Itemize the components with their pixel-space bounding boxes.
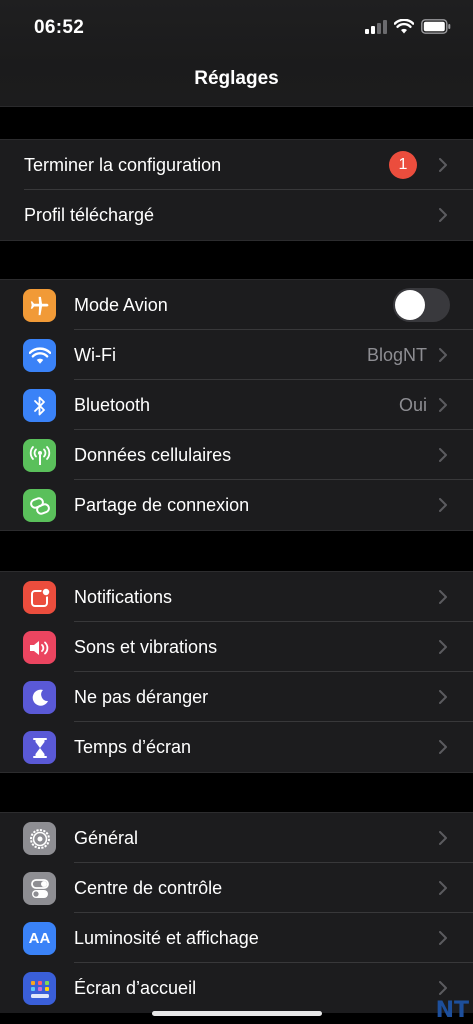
battery-icon — [421, 19, 451, 34]
chevron-right-icon — [439, 498, 447, 512]
chevron-right-icon — [439, 831, 447, 845]
row-label: Centre de contrôle — [74, 877, 223, 898]
connectivity-group: Mode Avion Wi-Fi BlogNT Bluetooth Oui Do… — [0, 279, 473, 531]
chevron-right-icon — [439, 931, 447, 945]
watermark-logo: NT — [435, 998, 469, 1023]
navigation-header: 06:52 Réglages — [0, 0, 473, 107]
cellular-signal-icon — [365, 19, 387, 34]
row-label: Luminosité et affichage — [74, 927, 259, 948]
hotspot-icon — [23, 489, 56, 522]
general-row[interactable]: Général — [0, 813, 473, 863]
speaker-icon — [23, 631, 56, 664]
row-label: Notifications — [74, 586, 173, 607]
row-label: Bluetooth — [74, 394, 151, 415]
row-label: Profil téléchargé — [24, 204, 155, 225]
row-label: Écran d’accueil — [74, 977, 197, 998]
chevron-right-icon — [439, 690, 447, 704]
toggles-icon — [23, 872, 56, 905]
moon-icon — [23, 681, 56, 714]
general-group: Général Centre de contrôle AA Luminosité… — [0, 812, 473, 1013]
airplane-mode-toggle[interactable] — [393, 288, 450, 322]
control-center-row[interactable]: Centre de contrôle — [0, 863, 473, 913]
home-grid-icon — [23, 972, 56, 1005]
row-label: Terminer la configuration — [24, 154, 222, 175]
finish-setup-row[interactable]: Terminer la configuration 1 — [0, 140, 473, 190]
row-label: Ne pas déranger — [74, 686, 209, 707]
personal-hotspot-row[interactable]: Partage de connexion — [0, 480, 473, 530]
bluetooth-status-value: Oui — [398, 394, 427, 415]
notification-badge: 1 — [389, 151, 417, 179]
sounds-row[interactable]: Sons et vibrations — [0, 622, 473, 672]
screen-time-row[interactable]: Temps d’écran — [0, 722, 473, 772]
status-time: 06:52 — [34, 17, 85, 38]
chevron-right-icon — [439, 590, 447, 604]
display-brightness-row[interactable]: AA Luminosité et affichage — [0, 913, 473, 963]
chevron-right-icon — [439, 881, 447, 895]
text-size-icon-glyph: AA — [28, 930, 51, 947]
status-icons — [365, 19, 451, 34]
home-indicator[interactable] — [152, 1011, 322, 1016]
chevron-right-icon — [439, 740, 447, 754]
do-not-disturb-row[interactable]: Ne pas déranger — [0, 672, 473, 722]
notifications-icon — [23, 581, 56, 614]
airplane-icon — [23, 289, 56, 322]
setup-group: Terminer la configuration 1 Profil téléc… — [0, 139, 473, 241]
chevron-right-icon — [439, 158, 447, 172]
hourglass-icon — [23, 731, 56, 764]
row-label: Sons et vibrations — [74, 636, 218, 657]
bluetooth-row[interactable]: Bluetooth Oui — [0, 380, 473, 430]
chevron-right-icon — [439, 208, 447, 222]
cellular-data-row[interactable]: Données cellulaires — [0, 430, 473, 480]
row-label: Mode Avion — [74, 294, 168, 315]
gear-icon — [23, 822, 56, 855]
antenna-icon — [23, 439, 56, 472]
page-title: Réglages — [194, 68, 279, 89]
chevron-right-icon — [439, 398, 447, 412]
wifi-network-value: BlogNT — [366, 344, 427, 365]
row-label: Wi-Fi — [74, 344, 116, 365]
chevron-right-icon — [439, 448, 447, 462]
chevron-right-icon — [439, 981, 447, 995]
settings-screen: 06:52 Réglages Terminer la configuration… — [0, 0, 473, 1024]
wifi-icon — [23, 339, 56, 372]
notifications-row[interactable]: Notifications — [0, 572, 473, 622]
chevron-right-icon — [439, 348, 447, 362]
chevron-right-icon — [439, 640, 447, 654]
text-size-icon: AA — [23, 922, 56, 955]
row-label: Données cellulaires — [74, 444, 232, 465]
notifications-group: Notifications Sons et vibrations Ne pas … — [0, 571, 473, 773]
downloaded-profile-row[interactable]: Profil téléchargé — [0, 190, 473, 240]
row-label: Général — [74, 827, 139, 848]
airplane-mode-row: Mode Avion — [0, 280, 473, 330]
wifi-status-icon — [394, 19, 414, 34]
home-screen-row[interactable]: Écran d’accueil — [0, 963, 473, 1013]
wifi-row[interactable]: Wi-Fi BlogNT — [0, 330, 473, 380]
row-label: Partage de connexion — [74, 494, 250, 515]
bluetooth-icon — [23, 389, 56, 422]
row-label: Temps d’écran — [74, 736, 192, 757]
